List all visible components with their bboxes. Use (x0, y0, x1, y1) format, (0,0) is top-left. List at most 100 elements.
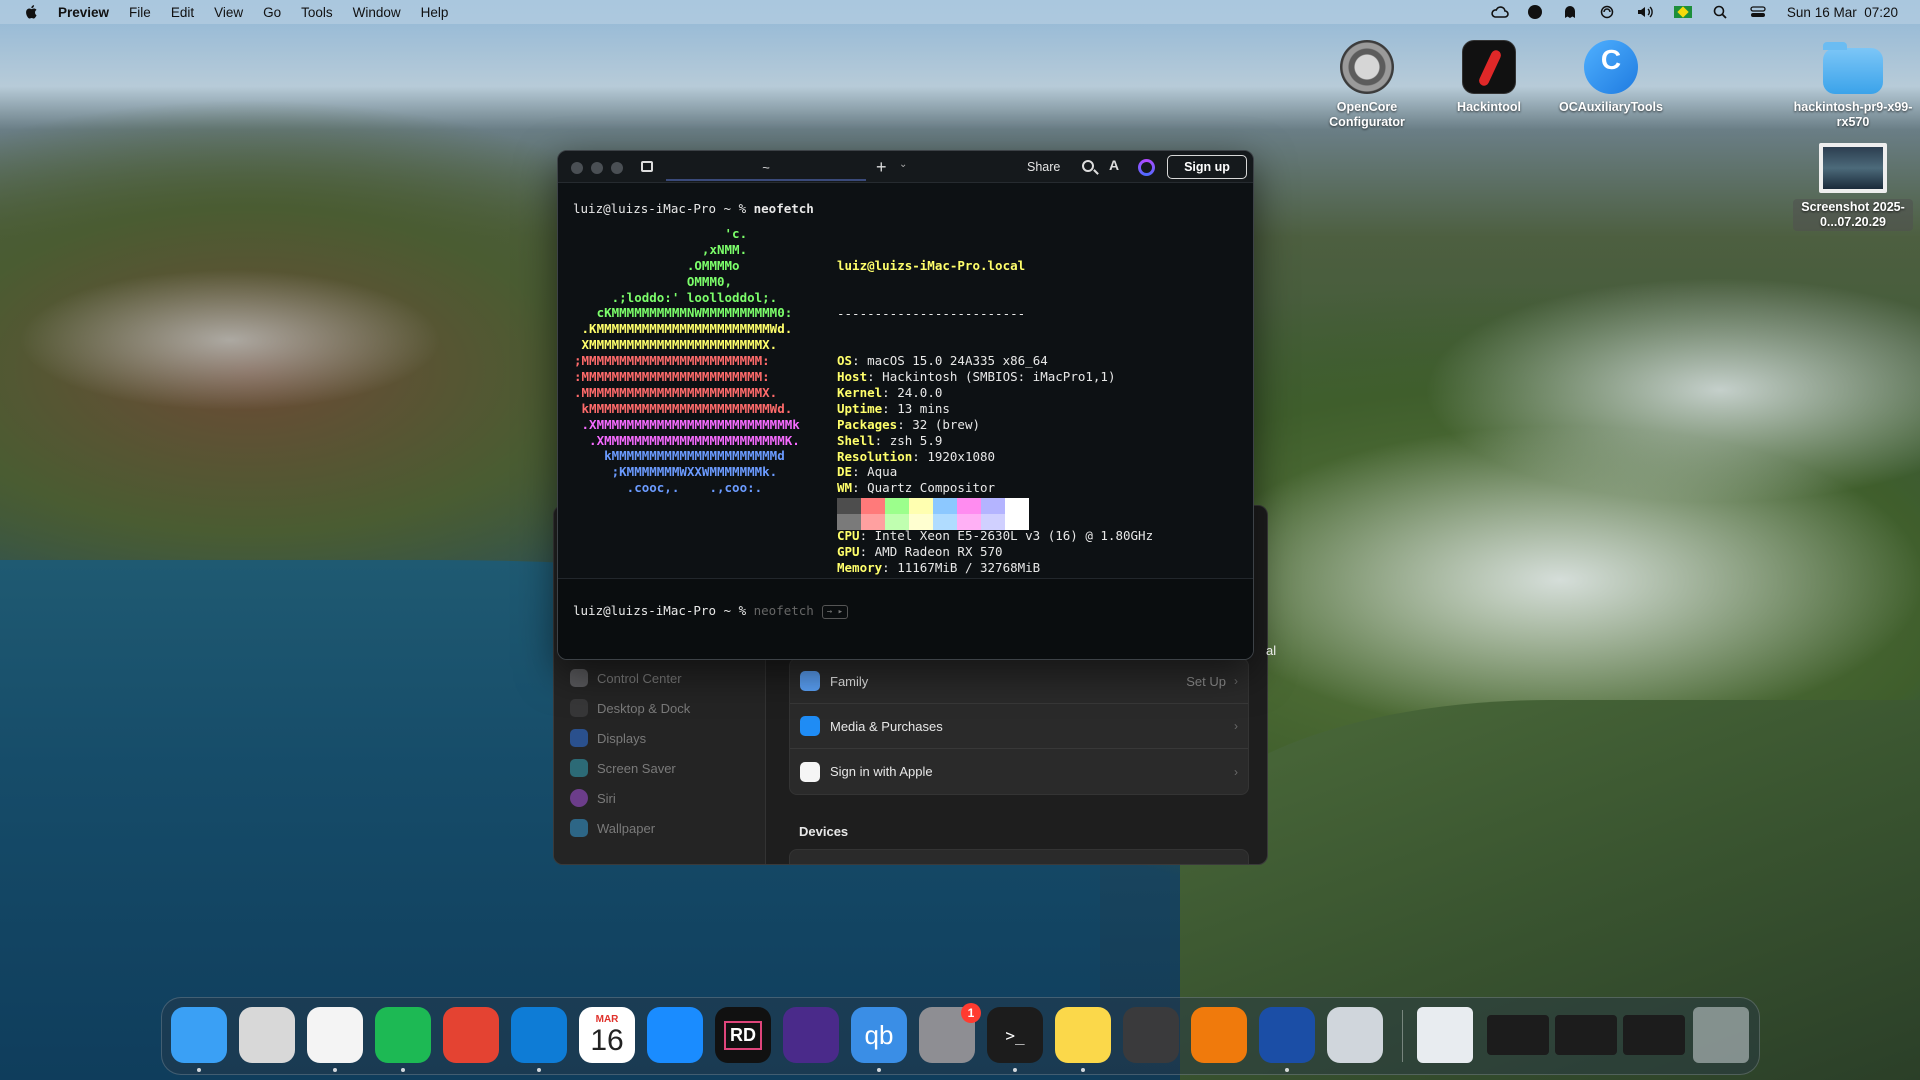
desktop-icon-screenshot[interactable]: Screenshot 2025-0...07.20.29 (1793, 143, 1913, 231)
devices-group (789, 849, 1249, 864)
sidebar-item-label: Displays (597, 730, 647, 746)
minimize-window-button[interactable] (591, 162, 603, 174)
vscode-icon[interactable] (511, 1007, 567, 1063)
info-key: CPU (837, 528, 860, 544)
settings-account-group: Family Set Up › Media & Purchases › Sign… (789, 658, 1249, 795)
info-key: Kernel (837, 385, 883, 400)
trash-icon[interactable] (1693, 1007, 1749, 1063)
avatar[interactable] (1138, 159, 1155, 176)
finder-window-thumbnail-icon[interactable] (1555, 1015, 1617, 1055)
info-row: Resolution: 1920x1080 (837, 449, 1153, 465)
info-value: AMD Radeon RX 570 (874, 543, 1003, 559)
cloud-sync-icon[interactable] (1491, 5, 1509, 19)
warp-ai-icon[interactable]: A (1109, 157, 1119, 173)
ascii-logo-line: cKMMMMMMMMMMNWMMMMMMMMMM0: (574, 305, 793, 321)
palette-swatch (933, 514, 957, 530)
sign-up-button[interactable]: Sign up (1167, 155, 1247, 179)
spotify-icon[interactable] (375, 1007, 431, 1063)
command-input-area[interactable]: luiz@luizs-iMac-Pro ~ % neofetch → ▸ (558, 579, 1253, 659)
info-separator: ------------------------- (837, 305, 1026, 321)
search-icon[interactable] (1082, 160, 1094, 172)
info-rows: OS: macOS 15.0 24A335 x86_64 Host: Hackin… (837, 353, 1153, 575)
sidebar-item-displays[interactable]: Displays (570, 727, 646, 749)
palette-swatch (837, 498, 861, 514)
chevron-down-icon[interactable]: ⌄ (899, 159, 907, 170)
menu-go[interactable]: Go (263, 5, 281, 20)
desktop-icon-hackintool[interactable]: Hackintool (1429, 40, 1549, 115)
tabs-panel-icon[interactable] (641, 161, 653, 172)
volume-icon[interactable] (1637, 5, 1653, 19)
qbittorrent-icon[interactable]: qb (851, 1007, 907, 1063)
control-center-icon[interactable] (1750, 5, 1766, 19)
sidebar-item-label: Desktop & Dock (597, 700, 691, 716)
apple-menu-icon[interactable] (20, 5, 42, 19)
rider-icon[interactable]: RD (715, 1007, 771, 1063)
share-button[interactable]: Share (1027, 160, 1060, 174)
new-tab-plus-icon[interactable]: + (876, 155, 887, 179)
menu-tools[interactable]: Tools (301, 5, 333, 20)
ghost-app-icon[interactable] (1563, 5, 1579, 19)
menu-window[interactable]: Window (353, 5, 401, 20)
input-source-flag-icon[interactable] (1673, 6, 1692, 18)
sidebar-item-control-center[interactable]: Control Center (570, 667, 682, 689)
menubar-clock[interactable]: Sun 16 Mar 07:20 (1787, 5, 1898, 20)
finder-icon[interactable] (171, 1007, 227, 1063)
menu-file[interactable]: File (129, 5, 151, 20)
info-key: Packages (837, 416, 898, 432)
menu-help[interactable]: Help (421, 5, 449, 20)
settings-row-sign-in-apple[interactable]: Sign in with Apple › (790, 749, 1248, 794)
desktop-icon-label: Screenshot 2025-0...07.20.29 (1793, 199, 1913, 231)
todoist-icon[interactable] (443, 1007, 499, 1063)
palette-swatch (861, 514, 885, 530)
k-menu-extra-icon[interactable] (1527, 5, 1542, 19)
tab-home[interactable]: ~ (666, 155, 866, 181)
zoom-window-button[interactable] (611, 162, 623, 174)
obsidian-icon[interactable] (783, 1007, 839, 1063)
info-row: Packages: 32 (brew) (837, 417, 1153, 433)
settings-row-media-purchases[interactable]: Media & Purchases › (790, 704, 1248, 749)
chrome-icon[interactable] (307, 1007, 363, 1063)
settings-row-family[interactable]: Family Set Up › (790, 659, 1248, 704)
calendar-icon[interactable]: MAR 16 (579, 1007, 635, 1063)
app-store-icon[interactable] (647, 1007, 703, 1063)
chrome-window-thumbnail-icon[interactable] (1487, 1015, 1549, 1055)
info-value: 13 mins (897, 400, 950, 416)
palette-swatch (885, 498, 909, 514)
system-settings-icon[interactable]: 1 (919, 1003, 981, 1063)
sync-circle-icon[interactable] (1600, 5, 1616, 19)
close-window-button[interactable] (571, 162, 583, 174)
calculator-icon[interactable] (1123, 1007, 1179, 1063)
vscode-window-thumbnail-icon[interactable] (1623, 1015, 1685, 1055)
sidebar-item-siri[interactable]: Siri (570, 787, 616, 809)
info-key: DE (837, 464, 853, 480)
warp-terminal-window[interactable]: ~ + ⌄ Share A Sign up luiz@luizs-iMac-Pr… (557, 150, 1254, 660)
info-key: WM (837, 480, 853, 496)
notes-icon[interactable] (1055, 1007, 1111, 1063)
menu-edit[interactable]: Edit (171, 5, 194, 20)
menu-view[interactable]: View (214, 5, 243, 20)
warp-icon[interactable] (1259, 1007, 1315, 1063)
desktop-icon-ocauxiliarytools[interactable]: OCAuxiliaryTools (1551, 40, 1671, 115)
terminal-icon[interactable]: >_ (987, 1007, 1043, 1063)
preview-icon[interactable] (1327, 1007, 1383, 1063)
accept-suggestion-hint[interactable]: → ▸ (821, 604, 849, 619)
sidebar-item-screen-saver[interactable]: Screen Saver (570, 757, 676, 779)
menu-app-name[interactable]: Preview (58, 5, 109, 20)
input-line[interactable]: luiz@luizs-iMac-Pro ~ % neofetch → ▸ (573, 603, 849, 619)
vlc-icon[interactable] (1191, 1007, 1247, 1063)
launchpad-icon[interactable] (239, 1007, 295, 1063)
desktop-icon-folder[interactable]: hackintosh-pr9-x99-rx570 (1793, 40, 1913, 130)
spotlight-search-icon[interactable] (1713, 5, 1729, 19)
palette-swatch (1005, 498, 1029, 514)
sidebar-item-wallpaper[interactable]: Wallpaper (570, 817, 655, 839)
input-prompt: luiz@luizs-iMac-Pro ~ % (573, 603, 754, 618)
info-key: Resolution (837, 448, 913, 464)
info-colon: : (852, 480, 868, 496)
palette-swatch (981, 514, 1005, 530)
document-icon[interactable] (1417, 1007, 1473, 1063)
sidebar-item-desktop-dock[interactable]: Desktop & Dock (570, 697, 690, 719)
info-row: Kernel: 24.0.0 (837, 385, 1153, 401)
terminal-title-bar: ~ + ⌄ Share A Sign up (558, 151, 1253, 183)
ascii-logo-line: :MMMMMMMMMMMMMMMMMMMMMMMM: (574, 369, 770, 385)
desktop-icon-opencore[interactable]: OpenCore Configurator (1307, 40, 1427, 130)
